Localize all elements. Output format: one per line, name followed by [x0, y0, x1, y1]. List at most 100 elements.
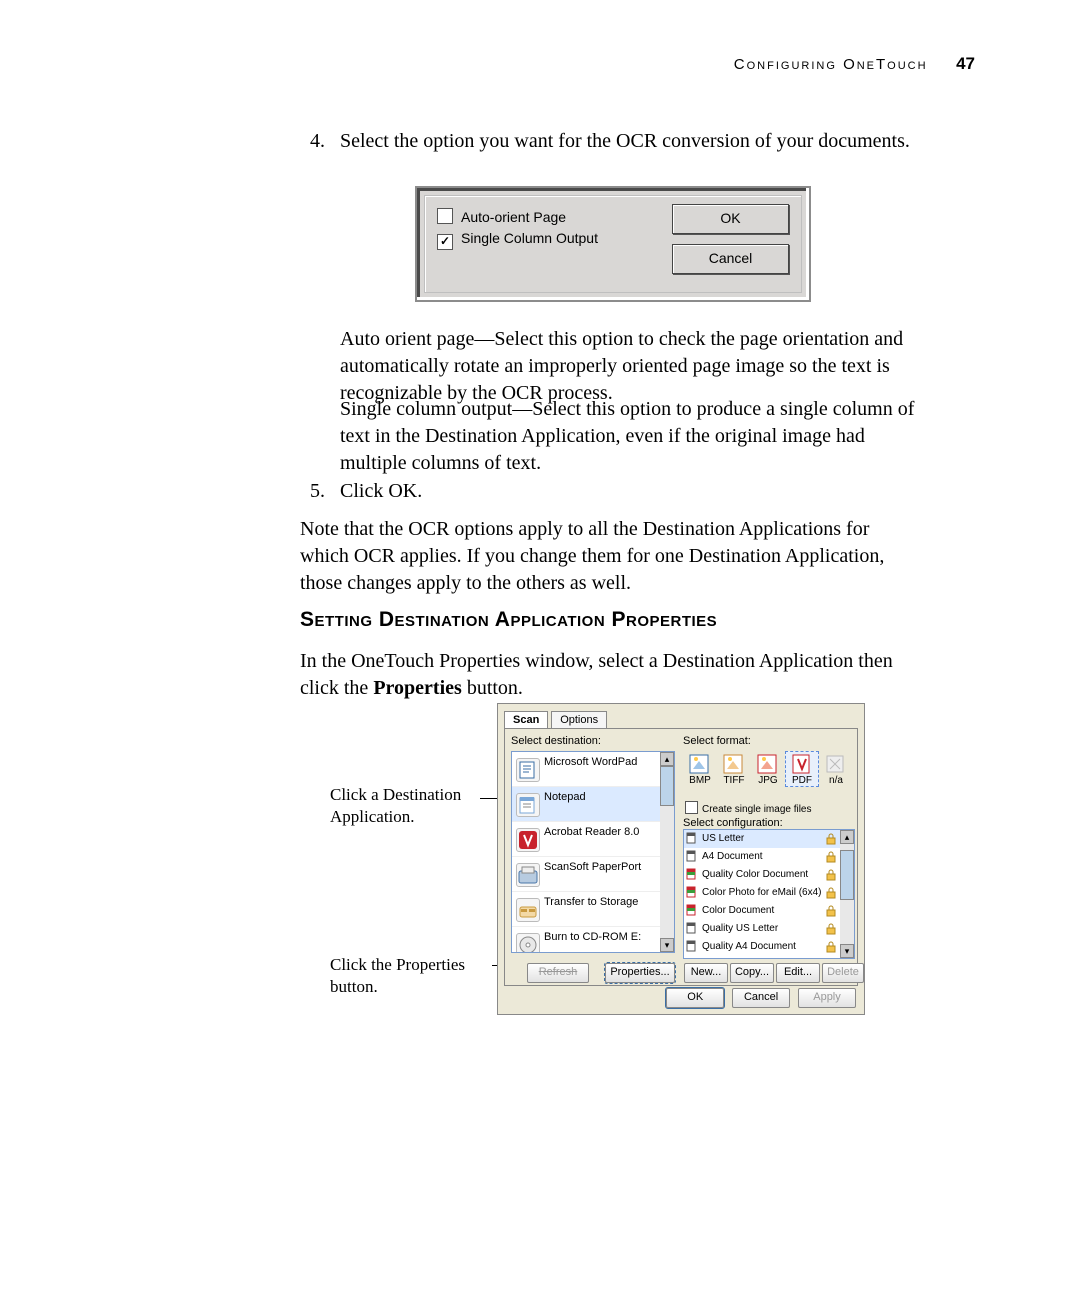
config-label: US Letter — [702, 833, 744, 844]
properties-instruction-after: button. — [462, 677, 523, 699]
list-item[interactable]: Quality Color Document — [684, 866, 854, 884]
list-item[interactable]: ScanSoft PaperPort — [512, 857, 674, 892]
scroll-thumb[interactable] — [840, 850, 854, 900]
step-5-text: Click OK. — [340, 478, 920, 505]
single-column-label: Single Column Output — [461, 230, 598, 246]
annotation-click-destination: Click a Destination Application. — [330, 784, 500, 828]
tab-options[interactable]: Options — [551, 711, 607, 728]
dialog-ok-button[interactable]: OK — [666, 988, 724, 1008]
lock-icon — [826, 887, 836, 899]
storage-icon — [516, 898, 540, 922]
list-item[interactable]: Microsoft WordPad — [512, 752, 674, 787]
lock-icon — [826, 923, 836, 935]
cancel-button[interactable]: Cancel — [672, 244, 789, 274]
config-label: Quality US Letter — [702, 923, 778, 934]
list-item[interactable]: Burn to CD-ROM E: — [512, 927, 674, 953]
lock-icon — [826, 941, 836, 953]
format-label: BMP — [684, 775, 716, 786]
scroll-down-icon[interactable]: ▾ — [660, 938, 674, 952]
page-number: 47 — [956, 54, 975, 74]
section-heading: Setting Destination Application Properti… — [300, 608, 717, 632]
tab-body: Select destination: Select format: Selec… — [504, 728, 858, 986]
tab-scan[interactable]: Scan — [504, 711, 548, 728]
single-column-description: Single column output—Select this option … — [340, 396, 935, 477]
acrobat-icon — [516, 828, 540, 852]
list-item[interactable]: Quality US Letter — [684, 920, 854, 938]
list-item[interactable]: US Letter — [684, 830, 854, 848]
checkbox-unchecked-icon — [685, 801, 698, 814]
list-item-label: Notepad — [544, 791, 586, 803]
ocr-options-dialog: Auto-orient Page ✓ Single Column Output O… — [415, 186, 811, 302]
auto-orient-checkbox[interactable]: Auto-orient Page — [437, 208, 566, 225]
new-button[interactable]: New... — [684, 963, 728, 983]
list-item[interactable]: Transfer to Storage — [512, 892, 674, 927]
onetouch-properties-dialog: Scan Options Select destination: Select … — [497, 703, 865, 1015]
cd-icon — [516, 933, 540, 953]
copy-button[interactable]: Copy... — [730, 963, 774, 983]
select-format-label: Select format: — [683, 735, 751, 747]
scroll-up-icon[interactable]: ▴ — [660, 752, 674, 766]
format-label: TIFF — [718, 775, 750, 786]
format-na[interactable]: n/a — [819, 751, 853, 787]
page-bw-icon — [686, 922, 698, 934]
delete-button[interactable]: Delete — [822, 963, 864, 983]
list-item[interactable]: Notepad — [512, 787, 674, 822]
page-color-icon — [686, 904, 698, 916]
page-bw-icon — [686, 850, 698, 862]
page-bw-icon — [686, 940, 698, 952]
list-item-label: Transfer to Storage — [544, 896, 638, 908]
paperport-icon — [516, 863, 540, 887]
destination-list[interactable]: Microsoft WordPad Notepad Acrobat Reader… — [511, 751, 675, 953]
config-label: Color Photo for eMail (6x4) — [702, 887, 822, 898]
scroll-thumb[interactable] — [660, 766, 674, 806]
notepad-icon — [516, 793, 540, 817]
format-jpg[interactable]: JPG — [751, 751, 785, 787]
ok-button[interactable]: OK — [672, 204, 789, 234]
select-configuration-label: Select configuration: — [683, 817, 783, 829]
dialog-cancel-button[interactable]: Cancel — [732, 988, 790, 1008]
single-column-checkbox[interactable]: ✓ Single Column Output — [437, 230, 598, 250]
list-item[interactable]: Acrobat Reader 8.0 — [512, 822, 674, 857]
properties-instruction: In the OneTouch Properties window, selec… — [300, 648, 920, 702]
scrollbar[interactable]: ▴ ▾ — [840, 830, 854, 958]
checkbox-checked-icon: ✓ — [437, 234, 453, 250]
format-pdf[interactable]: PDF — [785, 751, 819, 787]
list-item[interactable]: Color Photo for eMail (6x4) — [684, 884, 854, 902]
annotation-click-properties: Click the Properties button. — [330, 954, 500, 998]
lock-icon — [826, 851, 836, 863]
list-item[interactable]: Color Document — [684, 902, 854, 920]
list-item-label: ScanSoft PaperPort — [544, 861, 641, 873]
properties-word-bold: Properties — [373, 677, 462, 699]
ocr-note: Note that the OCR options apply to all t… — [300, 516, 920, 597]
format-label: PDF — [786, 775, 818, 786]
format-tiff[interactable]: TIFF — [717, 751, 751, 787]
wordpad-icon — [516, 758, 540, 782]
list-item[interactable]: Quality A4 Document — [684, 938, 854, 956]
checkbox-unchecked-icon — [437, 208, 453, 224]
config-label: Color Document — [702, 905, 774, 916]
format-label: n/a — [820, 775, 852, 786]
format-icons: BMP TIFF JPG PDF n/a — [683, 751, 853, 785]
scroll-up-icon[interactable]: ▴ — [840, 830, 854, 844]
auto-orient-label: Auto-orient Page — [461, 209, 566, 225]
list-item-label: Microsoft WordPad — [544, 756, 637, 768]
config-label: Quality Color Document — [702, 869, 808, 880]
page-color-icon — [686, 868, 698, 880]
properties-button[interactable]: Properties... — [605, 963, 675, 983]
scrollbar[interactable]: ▴ ▾ — [660, 752, 674, 952]
dialog-apply-button[interactable]: Apply — [798, 988, 856, 1008]
lock-icon — [826, 905, 836, 917]
refresh-button[interactable]: Refresh — [527, 963, 589, 983]
format-label: JPG — [752, 775, 784, 786]
create-single-image-checkbox[interactable]: Create single image files — [685, 801, 812, 815]
list-item[interactable]: A4 Document — [684, 848, 854, 866]
scroll-down-icon[interactable]: ▾ — [840, 944, 854, 958]
config-label: A4 Document — [702, 851, 763, 862]
configuration-list[interactable]: US Letter A4 Document Quality Color Docu… — [683, 829, 855, 959]
list-item-label: Acrobat Reader 8.0 — [544, 826, 639, 838]
list-item-label: Burn to CD-ROM E: — [544, 931, 641, 943]
auto-orient-description: Auto orient page—Select this option to c… — [340, 326, 935, 407]
format-bmp[interactable]: BMP — [683, 751, 717, 787]
edit-button[interactable]: Edit... — [776, 963, 820, 983]
page-color-icon — [686, 886, 698, 898]
